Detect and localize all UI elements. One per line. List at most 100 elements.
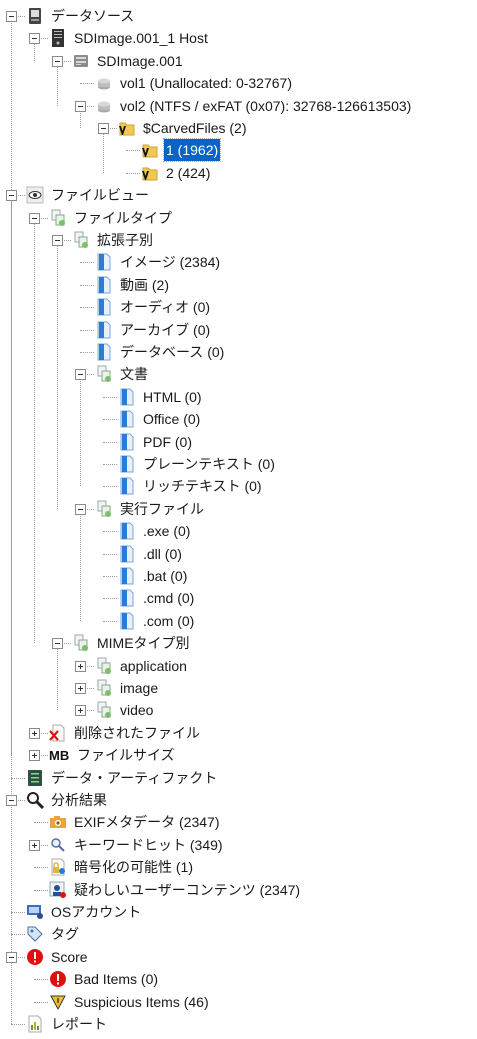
collapse-toggle[interactable] (75, 503, 86, 515)
tree-node-label: リッチテキスト (0) (143, 478, 262, 495)
tree-node-label: vol2 (NTFS / exFAT (0x07): 32768-1266135… (120, 97, 412, 114)
tree-node-label: キーワードヒット (349) (74, 836, 223, 853)
tree-node-carved1[interactable]: 1 (1962) (0, 138, 477, 163)
alert-red-icon (49, 970, 67, 988)
collapse-toggle[interactable] (52, 235, 63, 246)
tree-node-pdf[interactable]: PDF (0) (0, 431, 477, 453)
expand-toggle[interactable] (29, 727, 40, 739)
tree-node-filetype[interactable]: ファイルタイプ (0, 207, 477, 229)
tree-node-label: application (120, 657, 187, 674)
tree-node-label: 削除されたファイル (74, 724, 200, 741)
tree-node-vol2[interactable]: vol2 (NTFS / exFAT (0x07): 32768-1266135… (0, 95, 477, 117)
tree-node-bymime[interactable]: MIMEタイプ別 (0, 632, 477, 654)
tree-node-host[interactable]: SDImage.001_1 Host (0, 27, 477, 49)
document-icon (118, 522, 136, 540)
tree-node-exif[interactable]: EXIFメタデータ (2347) (0, 811, 477, 833)
collapse-toggle[interactable] (6, 795, 17, 806)
tree-node-image[interactable]: SDImage.001 (0, 50, 477, 72)
tree-node-label: データ・アーティファクト (51, 769, 218, 786)
tree-node-carved2[interactable]: 2 (424) (0, 162, 477, 184)
tree-node-label: .cmd (0) (143, 590, 195, 607)
tree-node-office[interactable]: Office (0) (0, 408, 477, 430)
drive-icon (26, 7, 44, 25)
expand-toggle[interactable] (75, 683, 86, 694)
tree-node-artifacts[interactable]: データ・アーティファクト (0, 767, 477, 789)
collapse-toggle[interactable] (75, 100, 86, 112)
tree-node-audio[interactable]: オーディオ (0) (0, 296, 477, 318)
tree-node-application[interactable]: application (0, 655, 477, 677)
tree-node-mimeimage[interactable]: image (0, 677, 477, 699)
file-types-icon (95, 701, 113, 719)
collapse-toggle[interactable] (29, 33, 40, 45)
tree-node-filesize[interactable]: MB ファイルサイズ (0, 744, 477, 766)
tree-node-datasource[interactable]: データソース (0, 5, 477, 27)
artifacts-icon (26, 769, 44, 787)
tree-node-osaccounts[interactable]: OSアカウント (0, 901, 477, 923)
tree-node-suspicious[interactable]: 疑わしいユーザーコンテンツ (2347) (0, 879, 477, 901)
document-icon (118, 477, 136, 495)
tree-node-label: PDF (0) (143, 433, 192, 450)
tree-node-encryption[interactable]: 暗号化の可能性 (1) (0, 856, 477, 878)
document-icon (95, 276, 113, 294)
expand-toggle[interactable] (29, 839, 40, 851)
file-types-icon (95, 500, 113, 518)
document-icon (118, 545, 136, 563)
tree-node-databases[interactable]: データベース (0) (0, 341, 477, 363)
tree-node-richtext[interactable]: リッチテキスト (0) (0, 475, 477, 497)
expand-toggle[interactable] (75, 660, 86, 672)
tree-node-videos[interactable]: 動画 (2) (0, 274, 477, 296)
eye-icon (26, 186, 44, 204)
tree-node-documents[interactable]: 文書 (0, 363, 477, 385)
tree-node-html[interactable]: HTML (0) (0, 386, 477, 408)
tree-node-label: レポート (51, 1016, 107, 1032)
tree-node-label: .exe (0) (143, 523, 191, 540)
tree-node-score[interactable]: Score (0, 946, 477, 968)
collapse-toggle[interactable] (6, 190, 17, 202)
expand-toggle[interactable] (29, 750, 40, 762)
tree-node-reports[interactable]: レポート (0, 1013, 477, 1035)
tree-node-label: アーカイブ (0) (120, 321, 211, 338)
tree-node-suspiciousitems[interactable]: Suspicious Items (46) (0, 991, 477, 1013)
collapse-toggle[interactable] (98, 123, 109, 134)
disk-image-icon (72, 52, 90, 70)
tree-node-label: EXIFメタデータ (2347) (74, 814, 220, 831)
warning-yellow-icon (49, 993, 67, 1011)
tree-node-bat[interactable]: .bat (0) (0, 565, 477, 587)
tree-node-deleted[interactable]: 削除されたファイル (0, 722, 477, 744)
file-types-icon (49, 209, 67, 227)
tree-node-carved[interactable]: $CarvedFiles (2) (0, 117, 477, 139)
collapse-toggle[interactable] (6, 11, 17, 22)
magnifier-icon (26, 791, 45, 810)
tree-node-images[interactable]: イメージ (2384) (0, 251, 477, 273)
tree-node-exe[interactable]: .exe (0) (0, 520, 477, 542)
camera-icon (49, 813, 67, 831)
tree-node-executables[interactable]: 実行ファイル (0, 498, 477, 520)
tree-node-label: タグ (51, 926, 79, 943)
tree-node-label: $CarvedFiles (2) (143, 120, 247, 136)
collapse-toggle[interactable] (6, 951, 17, 963)
collapse-toggle[interactable] (52, 55, 63, 67)
tree-node-label: 動画 (2) (120, 276, 169, 293)
tree-node-plaintext[interactable]: プレーンテキスト (0) (0, 453, 477, 475)
collapse-toggle[interactable] (52, 638, 63, 650)
tree-node-baditems[interactable]: Bad Items (0) (0, 968, 477, 990)
tree-node-video[interactable]: video (0, 699, 477, 721)
tree-node-fileview[interactable]: ファイルビュー (0, 184, 477, 206)
collapse-toggle[interactable] (29, 212, 40, 224)
tree-node-archives[interactable]: アーカイブ (0) (0, 319, 477, 341)
file-types-icon (72, 231, 90, 249)
tree-node-analysis[interactable]: 分析結果 (0, 789, 477, 811)
tree-node-byext[interactable]: 拡張子別 (0, 229, 477, 251)
tree-node-dll[interactable]: .dll (0) (0, 543, 477, 565)
tree-node-vol1[interactable]: vol1 (Unallocated: 0-32767) (0, 72, 477, 94)
tree-node-com[interactable]: .com (0) (0, 610, 477, 632)
tree-node-keyword[interactable]: キーワードヒット (349) (0, 834, 477, 856)
document-icon (95, 343, 113, 361)
collapse-toggle[interactable] (75, 369, 86, 381)
carved-folder-icon (141, 164, 159, 182)
tree-node-cmd[interactable]: .cmd (0) (0, 587, 477, 609)
tree-node-label: Suspicious Items (46) (74, 993, 209, 1010)
tree-node-label: SDImage.001_1 Host (74, 30, 208, 47)
tree-node-tags[interactable]: タグ (0, 923, 477, 945)
expand-toggle[interactable] (75, 705, 86, 717)
